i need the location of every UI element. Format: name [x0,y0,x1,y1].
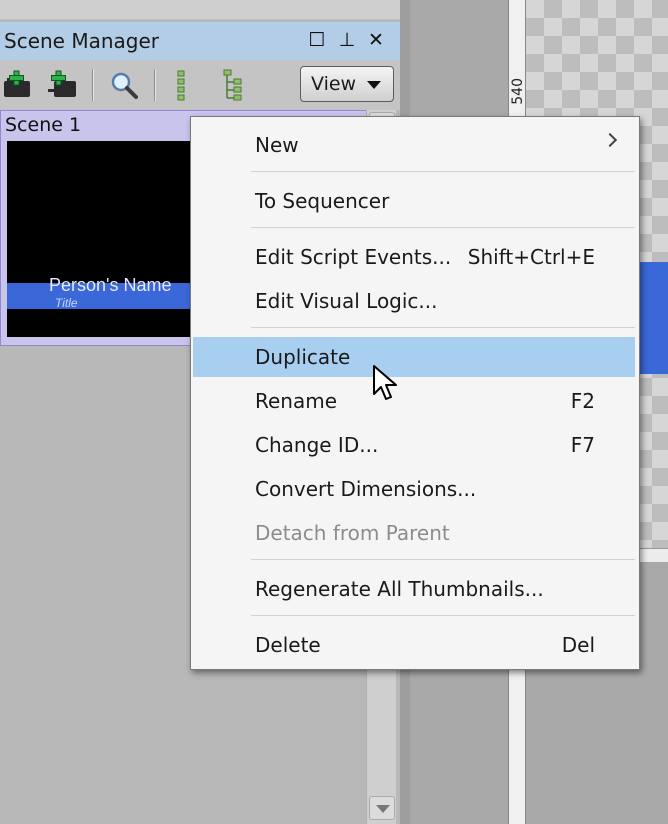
pin-icon[interactable]: ⊥ [335,28,359,52]
menu-separator [251,615,635,616]
close-icon[interactable]: ✕ [364,28,388,52]
menu-separator [251,327,635,328]
menu-item-detach-from-parent: Detach from Parent [193,513,635,553]
restore-icon[interactable]: ☐ [305,28,329,52]
menu-item-shortcut: Shift+Ctrl+E [467,245,595,269]
menu-item-rename[interactable]: Rename F2 [193,381,635,421]
menu-item-label: Change ID... [255,433,379,457]
tree-view-icon[interactable] [218,67,250,103]
menu-item-shortcut: F2 [570,389,595,413]
panel-top-strip [0,0,400,20]
add-child-scene-icon[interactable] [46,67,78,103]
menu-item-change-id[interactable]: Change ID... F7 [193,425,635,465]
list-view-icon[interactable] [168,67,200,103]
menu-item-edit-visual-logic[interactable]: Edit Visual Logic... [193,281,635,321]
menu-item-label: Edit Script Events... [255,245,452,269]
menu-item-label: Regenerate All Thumbnails... [255,577,544,601]
add-scene-icon[interactable] [2,67,34,103]
menu-item-label: To Sequencer [255,189,390,213]
thumbnail-title-text: Title [55,296,78,310]
menu-separator [251,227,635,228]
panel-title-bar: Scene Manager ☐ ⊥ ✕ [0,22,400,60]
menu-item-label: Rename [255,389,338,413]
menu-item-label: Convert Dimensions... [255,477,477,501]
thumbnail-name-text: Person's Name [49,275,172,295]
menu-item-regenerate-thumbnails[interactable]: Regenerate All Thumbnails... [193,569,635,609]
menu-item-shortcut: Del [561,633,595,657]
menu-item-delete[interactable]: Delete Del [193,625,635,665]
menu-item-new[interactable]: New [193,125,635,165]
menu-item-label: Edit Visual Logic... [255,289,438,313]
panel-title: Scene Manager [4,29,159,53]
mouse-cursor-icon [373,365,397,400]
view-button-label: View [311,73,357,95]
toolbar-separator [92,69,94,101]
menu-separator [251,559,635,560]
context-menu: New To Sequencer Edit Script Events... S… [190,116,640,670]
menu-item-to-sequencer[interactable]: To Sequencer [193,181,635,221]
menu-item-convert-dimensions[interactable]: Convert Dimensions... [193,469,635,509]
menu-item-label: Delete [255,633,321,657]
menu-item-duplicate[interactable]: Duplicate [193,337,635,377]
scroll-down-button[interactable] [369,796,395,820]
menu-item-edit-script-events[interactable]: Edit Script Events... Shift+Ctrl+E [193,237,635,277]
menu-item-label: New [255,133,299,157]
panel-toolbar: View [0,60,400,110]
scene-label: Scene 1 [5,114,82,136]
menu-item-label: Detach from Parent [255,521,450,545]
menu-separator [251,171,635,172]
toolbar-separator [154,69,156,101]
chevron-right-icon [602,132,618,148]
zoom-icon[interactable] [108,67,140,103]
menu-item-shortcut: F7 [570,433,595,457]
menu-item-label: Duplicate [255,345,351,369]
ruler-value: 540 [510,78,526,105]
chevron-down-icon [367,81,381,89]
view-dropdown-button[interactable]: View [300,66,394,102]
